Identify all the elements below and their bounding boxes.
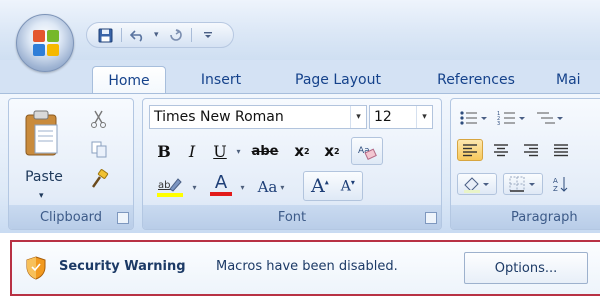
ribbon-tabs: Home Insert Page Layout References Mai — [0, 60, 600, 94]
format-painter-icon[interactable] — [89, 169, 109, 189]
change-case-button[interactable]: Aa ▾ — [253, 175, 289, 199]
redo-icon[interactable] — [167, 27, 183, 43]
clipboard-dialog-launcher[interactable] — [117, 212, 129, 224]
align-center-icon — [494, 144, 508, 157]
svg-text:A: A — [553, 177, 558, 185]
clipboard-group: Paste ▾ Clipboard — [8, 98, 134, 230]
superscript-label: x — [324, 142, 335, 160]
word-window: ▾ Home Insert Page Layout References Mai… — [0, 0, 600, 299]
borders-button[interactable] — [503, 173, 543, 195]
sort-button[interactable]: A Z — [549, 173, 573, 195]
tab-references[interactable]: References — [420, 66, 532, 94]
bold-button[interactable]: B — [153, 139, 175, 163]
font-color-swatch — [210, 192, 232, 196]
paste-button[interactable]: Paste ▾ — [15, 105, 69, 201]
customize-qat-icon[interactable] — [200, 27, 216, 43]
shrink-font-button[interactable]: A▾ — [341, 178, 355, 195]
font-caption: Font — [143, 205, 441, 229]
align-center-button[interactable] — [489, 139, 513, 161]
paragraph-group: 1 2 3 A Z Paragraph — [450, 98, 600, 230]
undo-icon[interactable] — [130, 27, 146, 43]
shield-icon — [26, 256, 46, 280]
strikethrough-button[interactable]: abe — [247, 139, 283, 163]
font-name-dropdown-icon[interactable]: ▾ — [350, 106, 366, 128]
office-button[interactable] — [16, 14, 74, 72]
multilevel-list-icon — [537, 112, 563, 124]
tab-mailings[interactable]: Mai — [556, 66, 600, 94]
clear-formatting-button[interactable]: Aa — [351, 137, 383, 165]
font-size-buttons: A▴ A▾ — [303, 171, 363, 201]
align-right-button[interactable] — [519, 139, 543, 161]
paragraph-caption: Paragraph — [451, 205, 600, 229]
multilevel-list-button[interactable] — [533, 107, 567, 129]
font-size-combo[interactable]: 12 ▾ — [369, 105, 433, 129]
paste-dropdown-icon[interactable]: ▾ — [39, 191, 44, 201]
qat-separator — [190, 28, 192, 42]
font-size-value: 12 — [374, 109, 392, 125]
highlight-icon: ab — [157, 178, 183, 197]
clipboard-caption: Clipboard — [9, 205, 133, 229]
undo-dropdown-icon[interactable]: ▾ — [154, 30, 159, 40]
change-case-label: Aa — [257, 178, 278, 196]
clipboard-caption-text: Clipboard — [39, 209, 103, 225]
superscript-button[interactable]: x2 — [319, 139, 345, 163]
font-color-label: A — [214, 172, 228, 193]
font-name-combo[interactable]: Times New Roman ▾ — [149, 105, 367, 129]
cut-icon[interactable] — [89, 109, 109, 129]
paste-label: Paste — [25, 169, 63, 185]
title-bar: ▾ — [0, 0, 600, 60]
align-left-button[interactable] — [457, 139, 483, 161]
bullets-icon — [460, 111, 487, 125]
font-size-dropdown-icon[interactable]: ▾ — [416, 106, 432, 128]
underline-button[interactable]: U — [209, 139, 231, 163]
justify-button[interactable] — [549, 139, 573, 161]
svg-text:Z: Z — [553, 185, 558, 193]
office-logo-icon — [33, 30, 59, 56]
tab-home[interactable]: Home — [92, 66, 166, 94]
grow-font-button[interactable]: A▴ — [311, 175, 329, 197]
copy-icon[interactable] — [89, 139, 109, 159]
align-left-icon — [463, 144, 477, 157]
align-right-icon — [524, 144, 538, 157]
font-name-value: Times New Roman — [154, 109, 284, 125]
paste-icon — [25, 110, 58, 156]
options-button[interactable]: Options... — [464, 252, 588, 284]
tab-insert[interactable]: Insert — [186, 66, 256, 94]
font-caption-text: Font — [277, 209, 307, 225]
highlight-dropdown-icon[interactable]: ▾ — [187, 175, 199, 199]
security-warning-title: Security Warning — [59, 259, 186, 274]
security-warning-text: Macros have been disabled. — [216, 259, 398, 274]
font-dialog-launcher[interactable] — [425, 212, 437, 224]
subscript-button[interactable]: x2 — [289, 139, 315, 163]
shading-button[interactable] — [457, 173, 497, 195]
numbering-button[interactable]: 1 2 3 — [495, 107, 529, 129]
underline-dropdown-icon[interactable]: ▾ — [231, 139, 243, 163]
borders-icon — [509, 176, 535, 192]
svg-text:3: 3 — [497, 121, 500, 127]
font-color-button[interactable]: A — [207, 173, 235, 197]
options-button-label: Options... — [494, 260, 558, 276]
justify-icon — [554, 144, 568, 157]
grow-font-label: A — [311, 175, 325, 197]
bullets-button[interactable] — [457, 107, 491, 129]
font-group: Times New Roman ▾ 12 ▾ B I U ▾ abe x2 x2… — [142, 98, 442, 230]
paragraph-caption-text: Paragraph — [511, 209, 578, 225]
font-color-dropdown-icon[interactable]: ▾ — [235, 175, 247, 199]
save-icon[interactable] — [97, 27, 113, 43]
clear-formatting-icon: Aa — [358, 146, 377, 160]
message-bar-body: Security Warning Macros have been disabl… — [12, 242, 600, 294]
subscript-label: x — [294, 142, 305, 160]
sort-icon: A Z — [553, 177, 568, 193]
italic-button[interactable]: I — [181, 139, 203, 163]
svg-text:ab: ab — [158, 180, 170, 191]
ribbon: Paste ▾ Clipboard Times New Roman ▾ 12 ▾… — [0, 93, 600, 233]
highlight-button[interactable]: ab — [153, 175, 187, 199]
numbering-icon: 1 2 3 — [497, 111, 525, 127]
quick-access-toolbar: ▾ — [86, 22, 234, 48]
security-message-bar: Security Warning Macros have been disabl… — [10, 240, 600, 296]
shading-icon — [464, 177, 489, 193]
tab-page-layout[interactable]: Page Layout — [278, 66, 398, 94]
qat-separator — [121, 28, 122, 42]
shrink-font-label: A — [340, 178, 351, 195]
